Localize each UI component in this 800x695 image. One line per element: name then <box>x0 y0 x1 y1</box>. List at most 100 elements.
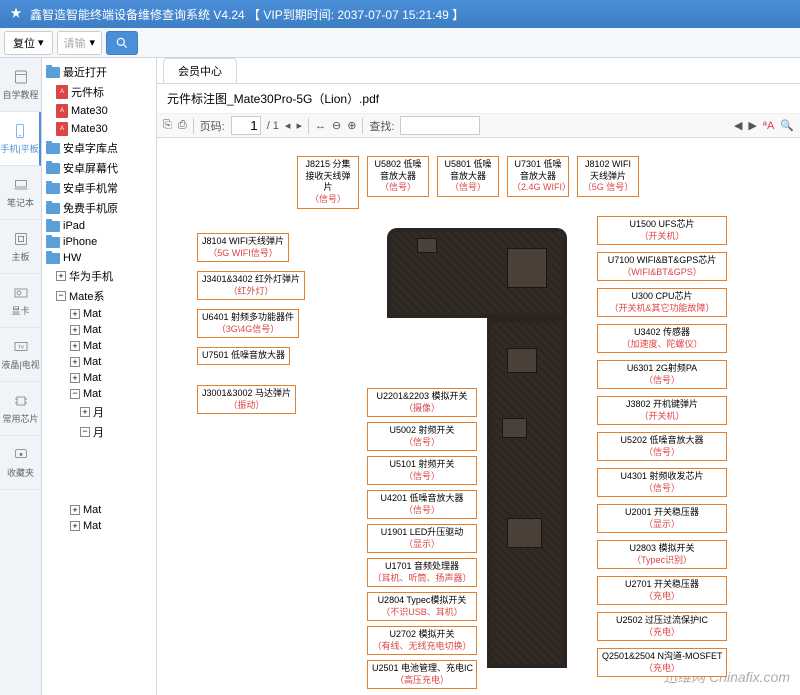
component-annotation: U5002 射频开关（信号） <box>367 422 477 451</box>
component-annotation: U3402 传感器（加速度、陀螺仪） <box>597 324 727 353</box>
tree-folder[interactable]: +Mat <box>42 354 156 370</box>
expand-icon[interactable]: + <box>80 407 90 417</box>
page-input[interactable] <box>231 116 261 135</box>
toolbar-icon[interactable]: ◀ <box>734 119 742 132</box>
tree-folder[interactable]: +Mat <box>42 502 156 518</box>
component-annotation: J3802 开机键弹片（开关机） <box>597 396 727 425</box>
collapse-icon[interactable]: − <box>70 389 80 399</box>
sidebar-item-favorites[interactable]: 收藏夹 <box>0 436 41 490</box>
component-annotation: U7100 WIFI&BT&GPS芯片（WIFI&BT&GPS） <box>597 252 727 281</box>
folder-icon <box>46 183 60 194</box>
tree-folder[interactable]: 安卓屏幕代 <box>42 158 156 178</box>
expand-icon[interactable]: + <box>70 341 80 351</box>
component-annotation: U2701 开关稳压器（充电） <box>597 576 727 605</box>
toolbar-icon[interactable]: ⎙ <box>178 119 187 132</box>
toolbar-icon[interactable]: ▸ <box>296 119 302 132</box>
component-annotation: U300 CPU芯片（开关机&其它功能故障） <box>597 288 727 317</box>
sidebar-item-tutorial[interactable]: 自学教程 <box>0 58 41 112</box>
tree-folder[interactable]: 安卓手机常 <box>42 178 156 198</box>
sidebar-item-chip[interactable]: 常用芯片 <box>0 382 41 436</box>
expand-icon[interactable]: + <box>70 505 80 515</box>
collapse-icon[interactable]: − <box>56 291 66 301</box>
tree-folder[interactable]: +华为手机 <box>42 266 156 286</box>
toolbar-icon[interactable]: ⊖ <box>332 119 341 132</box>
tree-file[interactable]: AMate30 <box>42 120 156 138</box>
tree-folder[interactable]: 免费手机原 <box>42 198 156 218</box>
pcb-board-stem <box>487 318 567 668</box>
sidebar-item-laptop[interactable]: 笔记本 <box>0 166 41 220</box>
tree-folder[interactable]: +Mat <box>42 518 156 534</box>
component-annotation: U2502 过压过流保护IC（充电） <box>597 612 727 641</box>
star-icon <box>13 447 29 463</box>
tree-folder[interactable]: −Mate系 <box>42 286 156 306</box>
tree-folder[interactable]: +Mat <box>42 322 156 338</box>
expand-icon[interactable]: + <box>70 309 80 319</box>
toolbar-icon[interactable]: ▶ <box>748 119 756 132</box>
page-label: 页码: <box>200 118 225 134</box>
toolbar-icon[interactable]: ◂ <box>285 119 291 132</box>
folder-icon <box>46 67 60 78</box>
expand-icon[interactable]: + <box>56 271 66 281</box>
app-logo-icon <box>8 6 24 22</box>
expand-icon[interactable]: + <box>70 325 80 335</box>
sidebar-item-board[interactable]: 主板 <box>0 220 41 274</box>
component-annotation: U5802 低噪音放大器（信号） <box>367 156 429 197</box>
toolbar-icon[interactable]: ↔ <box>315 120 326 132</box>
board-icon <box>13 231 29 247</box>
component-annotation: U7501 低噪音放大器 <box>197 347 290 365</box>
tab-member[interactable]: 会员中心 <box>163 58 237 83</box>
content-tabs: 会员中心 <box>157 58 800 84</box>
tv-icon: TV <box>13 339 29 355</box>
gpu-icon <box>13 285 29 301</box>
titlebar: 鑫智造智能终端设备维修查询系统 V4.24 【 VIP到期时间: 2037-07… <box>0 0 800 28</box>
component-annotation: U1701 音频处理器（耳机、听筒、扬声器） <box>367 558 477 587</box>
sidebar-item-gpu[interactable]: 显卡 <box>0 274 41 328</box>
tree-folder[interactable]: iPad <box>42 218 156 234</box>
component-annotation: U2804 Typec模拟开关（不识USB、耳机） <box>367 592 477 621</box>
tree-folder[interactable]: +月 <box>42 402 156 422</box>
search-button[interactable] <box>106 31 138 55</box>
tree-folder-recent[interactable]: 最近打开 <box>42 62 156 82</box>
tree-folder[interactable]: −Mat <box>42 386 156 402</box>
reset-button[interactable]: 复位▾ <box>4 31 53 55</box>
tree-file[interactable]: AMate30 <box>42 102 156 120</box>
toolbar-icon[interactable]: ⎘ <box>163 119 172 132</box>
pcb-diagram[interactable]: 迅维网 Chinafix.com J8215 分集接收天线弹片（信号）U5802… <box>157 138 800 695</box>
tree-folder[interactable]: +Mat <box>42 306 156 322</box>
component-annotation: U2001 开关稳压器（显示） <box>597 504 727 533</box>
component-annotation: U5801 低噪音放大器（信号） <box>437 156 499 197</box>
search-type-dropdown[interactable]: 请输▾ <box>57 31 103 55</box>
document-title: 元件标注图_Mate30Pro-5G（Lion）.pdf <box>157 84 800 114</box>
component-annotation: U6401 射频多功能器件（3G\4G信号） <box>197 309 299 338</box>
component-annotation: U1500 UFS芯片（开关机） <box>597 216 727 245</box>
tree-folder[interactable]: −月 <box>42 422 156 442</box>
toolbar-icon[interactable]: 🔍 <box>780 119 794 132</box>
find-input[interactable] <box>400 116 480 135</box>
expand-icon[interactable]: + <box>70 357 80 367</box>
main-toolbar: 复位▾ 请输▾ <box>0 28 800 58</box>
component-annotation: J8104 WIFI天线弹片（5G WIFI信号） <box>197 233 289 262</box>
tree-file[interactable]: A元件标 <box>42 82 156 102</box>
component-annotation: U2501 电池管理、充电IC（高压充电） <box>367 660 477 689</box>
expand-icon[interactable]: + <box>70 521 80 531</box>
phone-icon <box>12 123 28 139</box>
component-annotation: J8102 WIFI天线弹片（5G 信号） <box>577 156 639 197</box>
collapse-icon[interactable]: − <box>80 427 90 437</box>
toolbar-icon[interactable]: ⊕ <box>347 119 356 132</box>
page-total: / 1 <box>267 120 279 132</box>
tree-folder[interactable]: 安卓字库点 <box>42 138 156 158</box>
tree-folder[interactable]: +Mat <box>42 370 156 386</box>
pdf-icon: A <box>56 104 68 118</box>
tree-folder-hw[interactable]: HW <box>42 250 156 266</box>
component-annotation: U2803 模拟开关（Typec识别） <box>597 540 727 569</box>
expand-icon[interactable]: + <box>70 373 80 383</box>
file-tree[interactable]: 最近打开 A元件标 AMate30 AMate30 安卓字库点 安卓屏幕代 安卓… <box>42 58 157 695</box>
folder-icon <box>46 203 60 214</box>
tree-folder[interactable]: iPhone <box>42 234 156 250</box>
component-annotation: U7301 低噪音放大器（2.4G WIFI） <box>507 156 569 197</box>
sidebar-item-phone[interactable]: 手机|平板 <box>0 112 41 166</box>
sidebar-item-tv[interactable]: TV液晶|电视 <box>0 328 41 382</box>
toolbar-icon[interactable]: ªA <box>763 120 774 132</box>
tree-folder[interactable]: +Mat <box>42 338 156 354</box>
folder-icon <box>46 253 60 264</box>
